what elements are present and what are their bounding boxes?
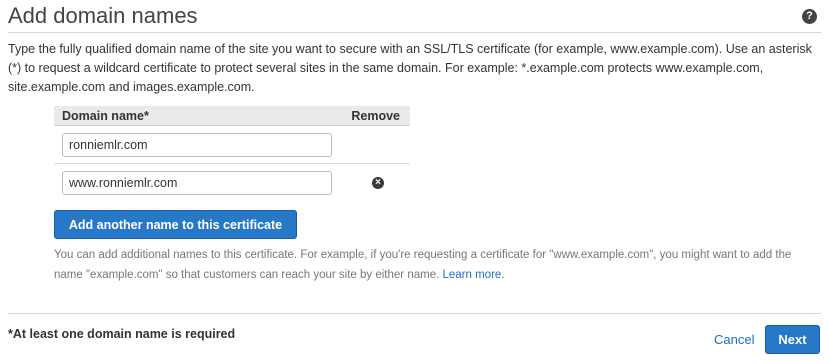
helper-text: You can add additional names to this cer… bbox=[54, 245, 814, 285]
next-button[interactable]: Next bbox=[765, 325, 820, 354]
add-another-name-button[interactable]: Add another name to this certificate bbox=[54, 210, 297, 239]
domain-name-input-2[interactable] bbox=[62, 171, 332, 195]
page-title: Add domain names bbox=[8, 3, 198, 28]
domain-name-input-1[interactable] bbox=[62, 133, 332, 157]
helper-body: You can add additional names to this cer… bbox=[54, 249, 792, 281]
cancel-link[interactable]: Cancel bbox=[714, 332, 754, 347]
table-row bbox=[54, 126, 410, 163]
column-header-domain: Domain name* bbox=[62, 109, 149, 123]
intro-text: Type the fully qualified domain name of … bbox=[8, 42, 812, 94]
divider bbox=[8, 32, 821, 33]
help-icon[interactable]: ? bbox=[802, 9, 817, 24]
required-note: *At least one domain name is required bbox=[8, 327, 236, 341]
domain-table: Domain name* Remove × bbox=[54, 106, 410, 200]
column-header-remove: Remove bbox=[351, 109, 400, 123]
table-header: Domain name* Remove bbox=[54, 106, 410, 126]
divider bbox=[8, 313, 821, 314]
close-circle-icon[interactable]: × bbox=[372, 177, 384, 189]
table-row: × bbox=[54, 163, 410, 200]
learn-more-link[interactable]: Learn more. bbox=[443, 269, 505, 281]
